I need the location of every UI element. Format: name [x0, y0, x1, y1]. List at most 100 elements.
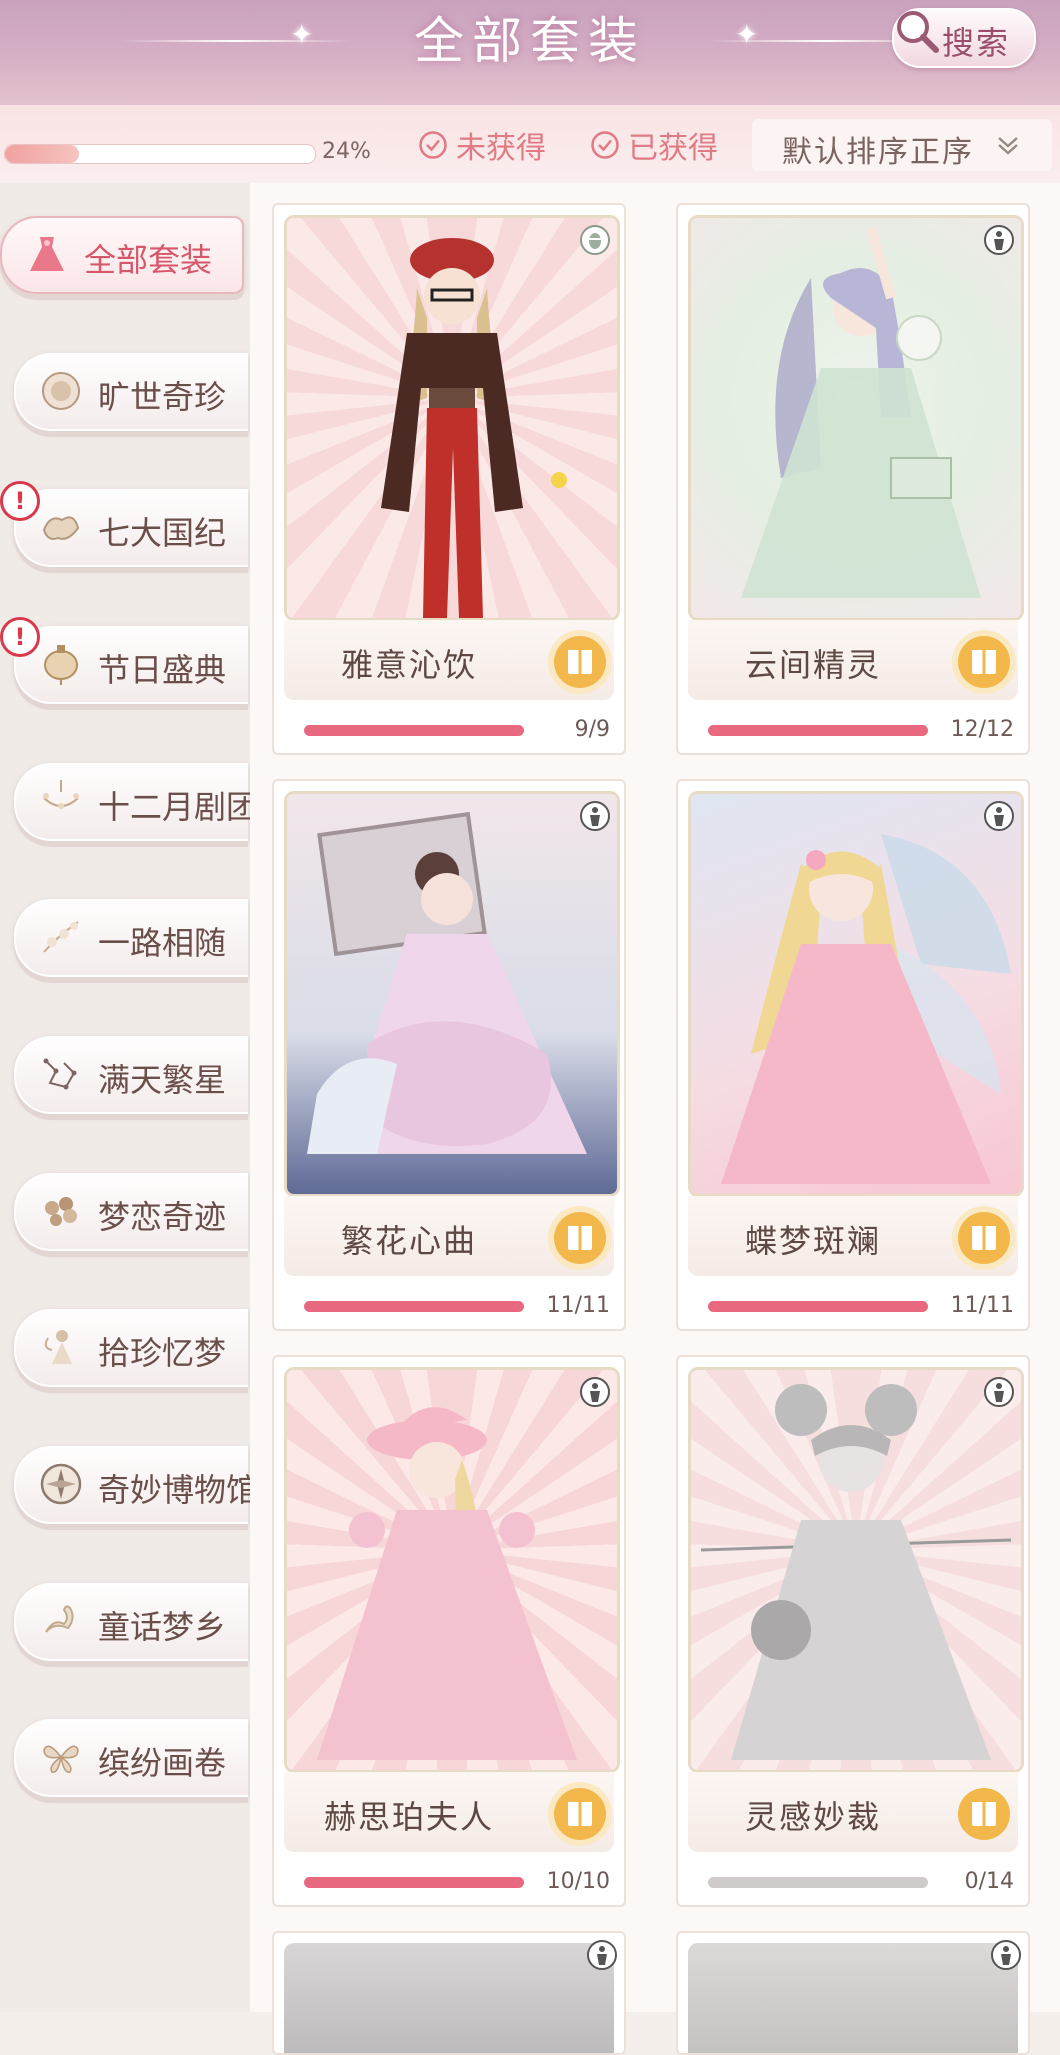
collection-progress-fill [5, 145, 80, 163]
suit-artwork [284, 215, 620, 621]
suit-card[interactable]: 蝶梦斑斓 11/11 [676, 779, 1030, 1331]
sidebar-item-label: 童话梦乡 [98, 1608, 227, 1646]
character-illustration [317, 1407, 577, 1760]
sidebar-item-fairytale-land[interactable]: 童话梦乡 [14, 1583, 248, 1661]
figure-badge-icon [580, 801, 610, 831]
collection-progress-bar [4, 144, 316, 164]
alert-icon: ! [0, 481, 40, 521]
suit-card[interactable]: 云间精灵 12/12 [676, 203, 1030, 755]
suit-count: 9/9 [574, 717, 610, 742]
reward-chest-icon[interactable] [950, 628, 1018, 696]
reward-chest-icon[interactable] [950, 1204, 1018, 1272]
sidebar-item-label: 十二月剧团 [98, 788, 259, 826]
sort-label: 默认排序正序 [782, 135, 974, 170]
check-circle-icon [419, 131, 447, 159]
dress-icon [30, 237, 64, 271]
sidebar-item-festival[interactable]: 节日盛典 [14, 626, 248, 704]
character-illustration [307, 811, 587, 1154]
filter-obtained[interactable]: 已获得 [590, 125, 718, 166]
suit-card-partial[interactable] [272, 1931, 626, 2055]
filter-bar: 24% 未获得 已获得 默认排序正序 [0, 105, 1060, 183]
search-button[interactable]: 搜索 [892, 8, 1036, 68]
search-label: 搜索 [942, 24, 1011, 62]
top-header: ✦ ✦ 全部套装 搜索 [0, 0, 1060, 105]
sidebar-item-label: 梦恋奇迹 [98, 1198, 227, 1236]
sidebar-item-december-troupe[interactable]: 十二月剧团 [14, 763, 258, 841]
alert-icon: ! [0, 617, 40, 657]
suit-name-bar: 灵感妙裁 [688, 1772, 1018, 1852]
suit-progress-bar [304, 725, 524, 736]
sidebar-item-label: 缤纷画卷 [98, 1744, 227, 1782]
sidebar-item-label: 拾珍忆梦 [98, 1334, 227, 1372]
sidebar-item-rare-treasures[interactable]: 旷世奇珍 [14, 353, 248, 431]
sidebar-item-treasured-memories[interactable]: 拾珍忆梦 [14, 1309, 248, 1387]
suit-grid: 雅意沁饮 9/9 云间精灵 12/12 繁花心曲 11/11 蝶梦斑斓 11/1… [250, 183, 1060, 2055]
suit-name-bar: 蝶梦斑斓 [688, 1196, 1018, 1276]
suit-name: 赫思珀夫人 [323, 1798, 494, 1836]
sidebar-item-all-suits[interactable]: 全部套装 [0, 216, 244, 294]
reward-chest-icon[interactable] [546, 1204, 614, 1272]
compass-icon [40, 1463, 82, 1505]
suit-progress-bar [708, 1301, 928, 1312]
sidebar-item-label: 节日盛典 [98, 651, 227, 689]
check-circle-icon [591, 131, 619, 159]
sidebar-item-along-the-way[interactable]: 一路相随 [14, 899, 248, 977]
chevron-down-icon [998, 137, 1018, 155]
figure-badge-icon [984, 801, 1014, 831]
character-illustration [700, 1384, 1012, 1760]
reward-chest-icon[interactable] [546, 628, 614, 696]
suit-artwork [284, 791, 620, 1197]
filter-not-obtained[interactable]: 未获得 [418, 125, 546, 166]
suit-card-partial[interactable] [676, 1931, 1030, 2055]
suit-name-bar: 赫思珀夫人 [284, 1772, 614, 1852]
constellation-icon [43, 1058, 77, 1090]
chandelier-icon [43, 780, 79, 809]
figure-badge-icon [984, 1377, 1014, 1407]
sort-dropdown[interactable]: 默认排序正序 [752, 119, 1052, 171]
sidebar-item-label: 一路相随 [98, 924, 227, 962]
medallion-icon [42, 372, 80, 410]
suit-count: 11/11 [950, 1293, 1014, 1318]
suit-artwork [688, 215, 1024, 621]
sidebar-item-label: 七大国纪 [98, 514, 227, 552]
figure-badge-icon [580, 1377, 610, 1407]
sidebar-item-wonder-museum[interactable]: 奇妙博物馆 [14, 1446, 258, 1524]
suit-name-bar: 雅意沁饮 [284, 620, 614, 700]
suit-name: 繁花心曲 [340, 1222, 477, 1260]
suit-count: 10/10 [546, 1869, 610, 1894]
sidebar-item-seven-kingdoms[interactable]: 七大国纪 [14, 489, 248, 567]
figure-badge-icon [587, 1940, 617, 1970]
sidebar-item-colorful-scroll[interactable]: 缤纷画卷 [14, 1719, 248, 1797]
suit-card[interactable]: 赫思珀夫人 10/10 [272, 1355, 626, 1907]
reward-chest-icon[interactable] [546, 1780, 614, 1848]
suit-progress-bar [708, 1877, 928, 1888]
sidebar-item-label: 奇妙博物馆 [98, 1471, 259, 1509]
flower-branch-icon [43, 921, 79, 953]
search-icon [897, 11, 939, 53]
suit-card[interactable]: 灵感妙裁 0/14 [676, 1355, 1030, 1907]
figure-badge-icon [984, 225, 1014, 255]
reward-chest-icon[interactable] [950, 1780, 1018, 1848]
collection-progress-text: 24% [322, 139, 371, 164]
suit-count: 12/12 [950, 717, 1014, 742]
suit-name-bar: 云间精灵 [688, 620, 1018, 700]
character-illustration [381, 238, 567, 618]
fairy-icon [44, 1330, 72, 1364]
sidebar-item-label: 满天繁星 [98, 1061, 227, 1099]
sidebar-item-dream-miracle[interactable]: 梦恋奇迹 [14, 1173, 248, 1251]
lantern-icon [44, 645, 78, 685]
bouquet-icon [45, 1197, 77, 1226]
suit-count: 11/11 [546, 1293, 610, 1318]
butterfly-icon [43, 1745, 79, 1773]
suit-progress-bar [304, 1301, 524, 1312]
suit-name: 蝶梦斑斓 [744, 1222, 881, 1260]
suit-card[interactable]: 雅意沁饮 9/9 [272, 203, 626, 755]
suit-name: 云间精灵 [744, 646, 881, 684]
sidebar-item-label: 旷世奇珍 [98, 378, 227, 416]
suit-artwork [688, 791, 1024, 1197]
suit-progress-bar [304, 1877, 524, 1888]
sidebar-item-starry-sky[interactable]: 满天繁星 [14, 1036, 248, 1114]
suit-card[interactable]: 繁花心曲 11/11 [272, 779, 626, 1331]
sidebar-item-label: 全部套装 [84, 241, 213, 279]
character-illustration [721, 834, 1011, 1184]
